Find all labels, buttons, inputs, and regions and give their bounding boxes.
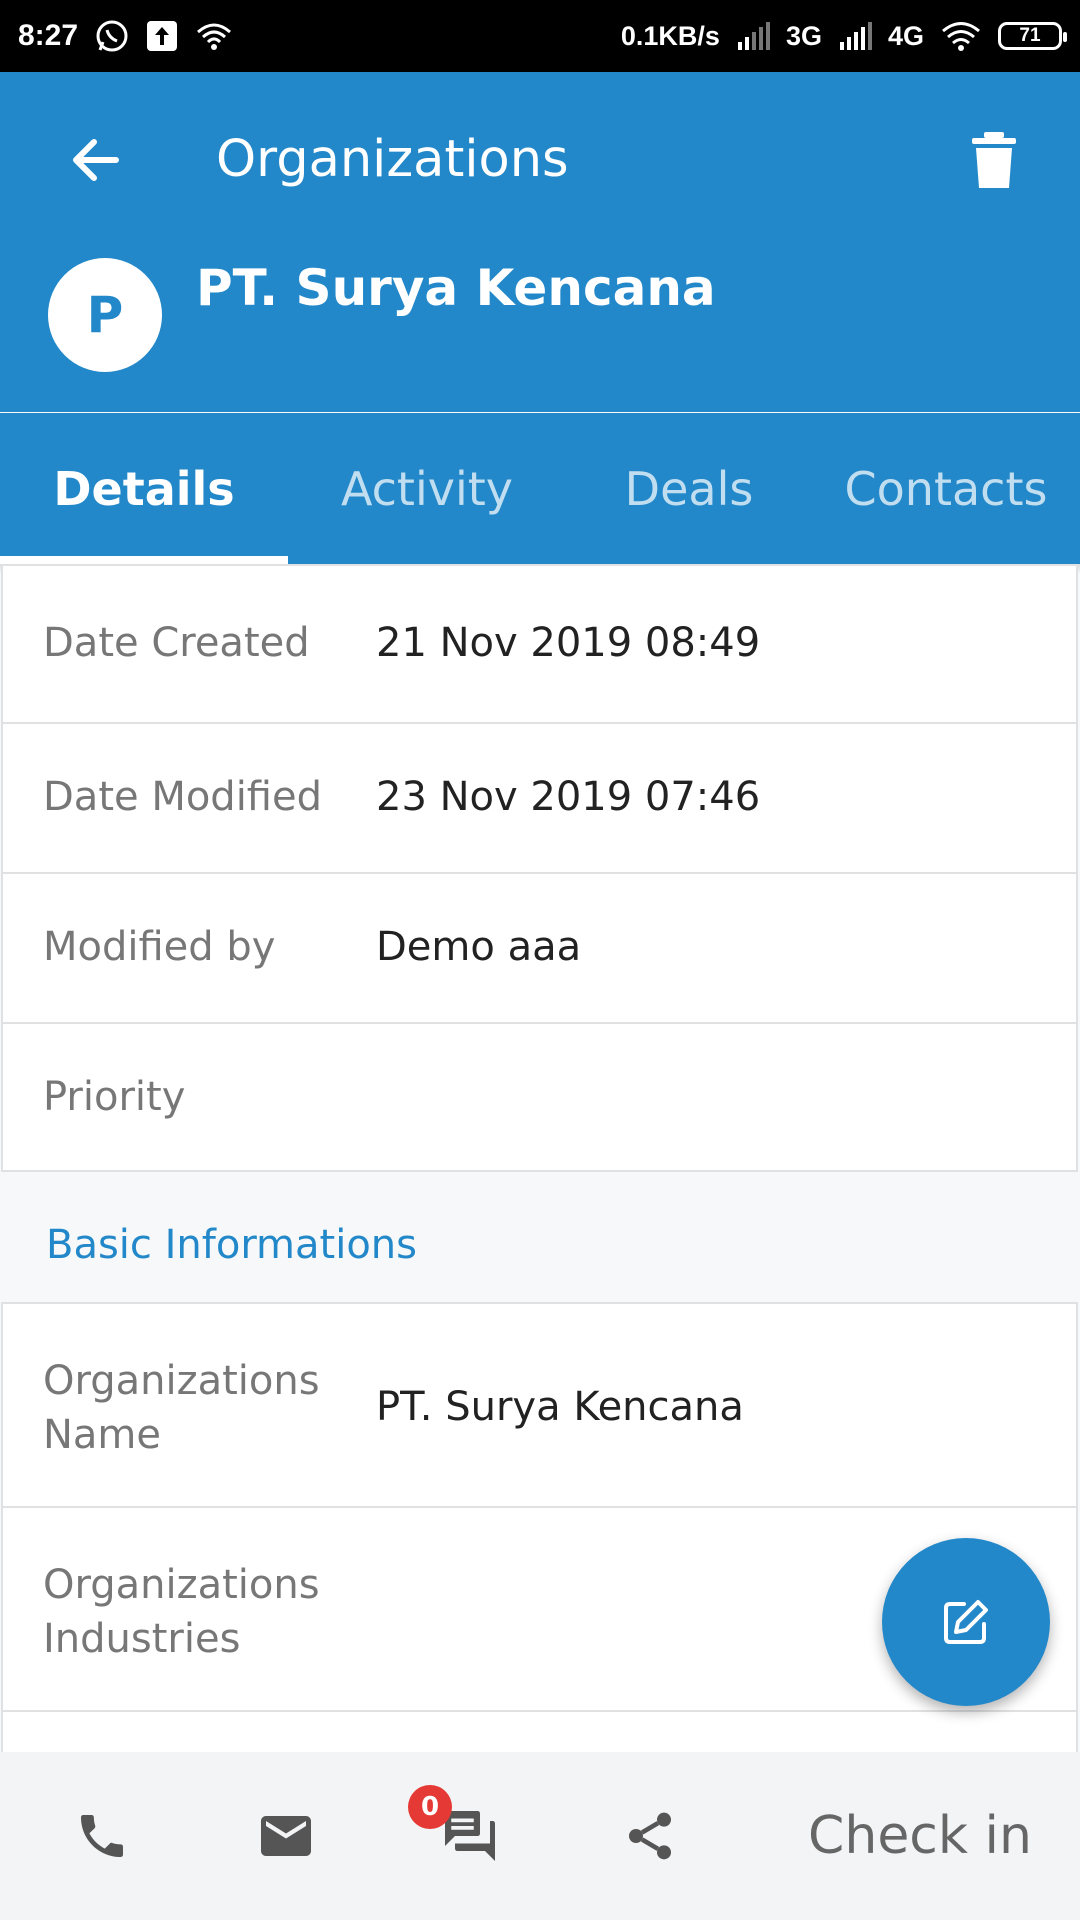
page-title: Organizations xyxy=(216,130,569,189)
chat-button[interactable] xyxy=(420,1752,520,1920)
whatsapp-icon xyxy=(94,18,130,54)
network-4g: 4G xyxy=(887,20,924,51)
share-icon xyxy=(629,1812,671,1860)
chat-count-badge: 0 xyxy=(408,1785,452,1829)
edit-icon xyxy=(944,1600,988,1644)
row-label: Priority xyxy=(43,1074,186,1120)
tab-activity[interactable]: Activity xyxy=(288,413,566,564)
row-value: 23 Nov 2019 07:46 xyxy=(376,774,761,820)
detail-row-next xyxy=(3,1712,1076,1752)
share-button[interactable] xyxy=(600,1752,700,1920)
app-header: Organizations P PT. Surya Kencana xyxy=(0,72,1080,413)
row-label: Organizations Industries xyxy=(43,1562,320,1662)
row-value: PT. Surya Kencana xyxy=(376,1384,744,1430)
network-3g: 3G xyxy=(785,20,822,51)
row-label: Modified by xyxy=(43,924,276,970)
row-label: Date Modified xyxy=(43,774,323,820)
tab-bar: Details Activity Deals Contacts xyxy=(0,413,1080,564)
delete-button[interactable] xyxy=(958,124,1030,196)
email-button[interactable] xyxy=(236,1752,336,1920)
trash-icon xyxy=(972,132,1016,188)
bottom-action-bar: Check in xyxy=(0,1752,1080,1920)
tab-contacts[interactable]: Contacts xyxy=(812,413,1080,564)
detail-row-date-created: Date Created 21 Nov 2019 08:49 xyxy=(3,566,1076,724)
wifi-hotspot-icon xyxy=(194,20,234,52)
call-button[interactable] xyxy=(52,1752,152,1920)
check-in-button[interactable]: Check in xyxy=(790,1752,1050,1920)
back-button[interactable] xyxy=(60,124,132,196)
status-bar: 8:27 0.1KB/s 3G 4G 71 xyxy=(0,0,1080,72)
active-tab-indicator xyxy=(0,556,288,564)
row-label: Organizations Name xyxy=(43,1358,320,1458)
upload-icon xyxy=(146,20,178,52)
tab-details[interactable]: Details xyxy=(0,413,288,564)
battery-indicator: 71 xyxy=(998,22,1067,50)
arrow-left-icon xyxy=(73,139,119,181)
detail-row-priority: Priority xyxy=(3,1024,1076,1170)
network-speed: 0.1KB/s xyxy=(620,20,720,51)
signal-icon xyxy=(838,22,872,50)
wifi-icon xyxy=(940,20,982,52)
section-title-basic-informations: Basic Informations xyxy=(46,1222,417,1268)
meta-card: Date Created 21 Nov 2019 08:49 Date Modi… xyxy=(1,564,1078,1172)
row-label: Date Created xyxy=(43,620,310,666)
avatar: P xyxy=(48,258,162,372)
edit-fab-button[interactable] xyxy=(882,1538,1050,1706)
phone-icon xyxy=(81,1815,123,1857)
row-value: 21 Nov 2019 08:49 xyxy=(376,620,761,666)
mail-icon xyxy=(261,1816,311,1856)
tab-deals[interactable]: Deals xyxy=(566,413,812,564)
row-value: Demo aaa xyxy=(376,924,582,970)
organization-name: PT. Surya Kencana xyxy=(196,259,716,317)
detail-row-modified-by: Modified by Demo aaa xyxy=(3,874,1076,1024)
detail-row-organizations-name: Organizations Name PT. Surya Kencana xyxy=(3,1304,1076,1508)
signal-icon xyxy=(736,22,770,50)
status-time: 8:27 xyxy=(18,19,79,52)
detail-row-date-modified: Date Modified 23 Nov 2019 07:46 xyxy=(3,724,1076,874)
